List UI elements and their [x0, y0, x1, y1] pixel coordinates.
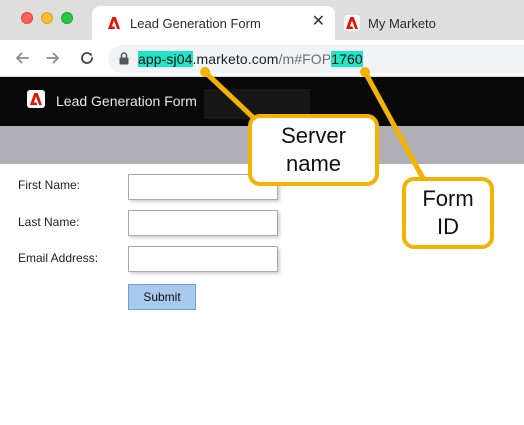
- first-name-label: First Name:: [18, 178, 81, 192]
- page-title: Lead Generation Form: [56, 93, 197, 109]
- window-minimize-button[interactable]: [41, 12, 53, 24]
- window-maximize-button[interactable]: [61, 12, 73, 24]
- url-domain: .marketo.com: [192, 51, 279, 67]
- adobe-marketo-icon: [344, 15, 360, 31]
- callout-text-line: Server: [281, 123, 346, 148]
- address-bar[interactable]: app-sj04.marketo.com/m#FOP1760: [108, 45, 524, 73]
- reload-icon[interactable]: [77, 48, 97, 68]
- url-server-highlight: app-sj04: [138, 51, 193, 67]
- email-address-field[interactable]: [128, 246, 278, 272]
- callout-text-line: ID: [436, 214, 459, 239]
- arrow-left-icon[interactable]: [12, 48, 32, 68]
- form-id-callout: Form ID: [402, 177, 494, 249]
- url-form-id-highlight: 1760: [331, 51, 363, 67]
- tab-close-icon[interactable]: ✕: [312, 14, 325, 30]
- tab-title: Lead Generation Form: [130, 15, 261, 31]
- browser-toolbar: app-sj04.marketo.com/m#FOP1760: [0, 40, 524, 77]
- last-name-label: Last Name:: [18, 215, 80, 229]
- submit-button[interactable]: Submit: [128, 284, 196, 310]
- arrow-right-icon[interactable]: [43, 48, 63, 68]
- email-address-label: Email Address:: [18, 251, 99, 265]
- tab-my-marketo[interactable]: My Marketo: [336, 6, 524, 40]
- url-path: /m#FOP: [278, 51, 332, 67]
- adobe-marketo-icon: [27, 90, 45, 108]
- lock-icon: [119, 52, 129, 70]
- window-close-button[interactable]: [21, 12, 33, 24]
- adobe-marketo-icon: [106, 15, 122, 31]
- callout-text-line: name: [285, 151, 342, 176]
- tab-lead-generation-form[interactable]: Lead Generation Form ✕: [92, 6, 335, 40]
- url-text: app-sj04.marketo.com/m#FOP1760: [138, 51, 363, 67]
- server-name-callout: Server name: [248, 114, 379, 186]
- tab-title: My Marketo: [368, 15, 436, 31]
- browser-titlebar: Lead Generation Form ✕ My Marketo: [0, 0, 524, 40]
- callout-text-line: Form: [422, 186, 474, 211]
- last-name-field[interactable]: [128, 210, 278, 236]
